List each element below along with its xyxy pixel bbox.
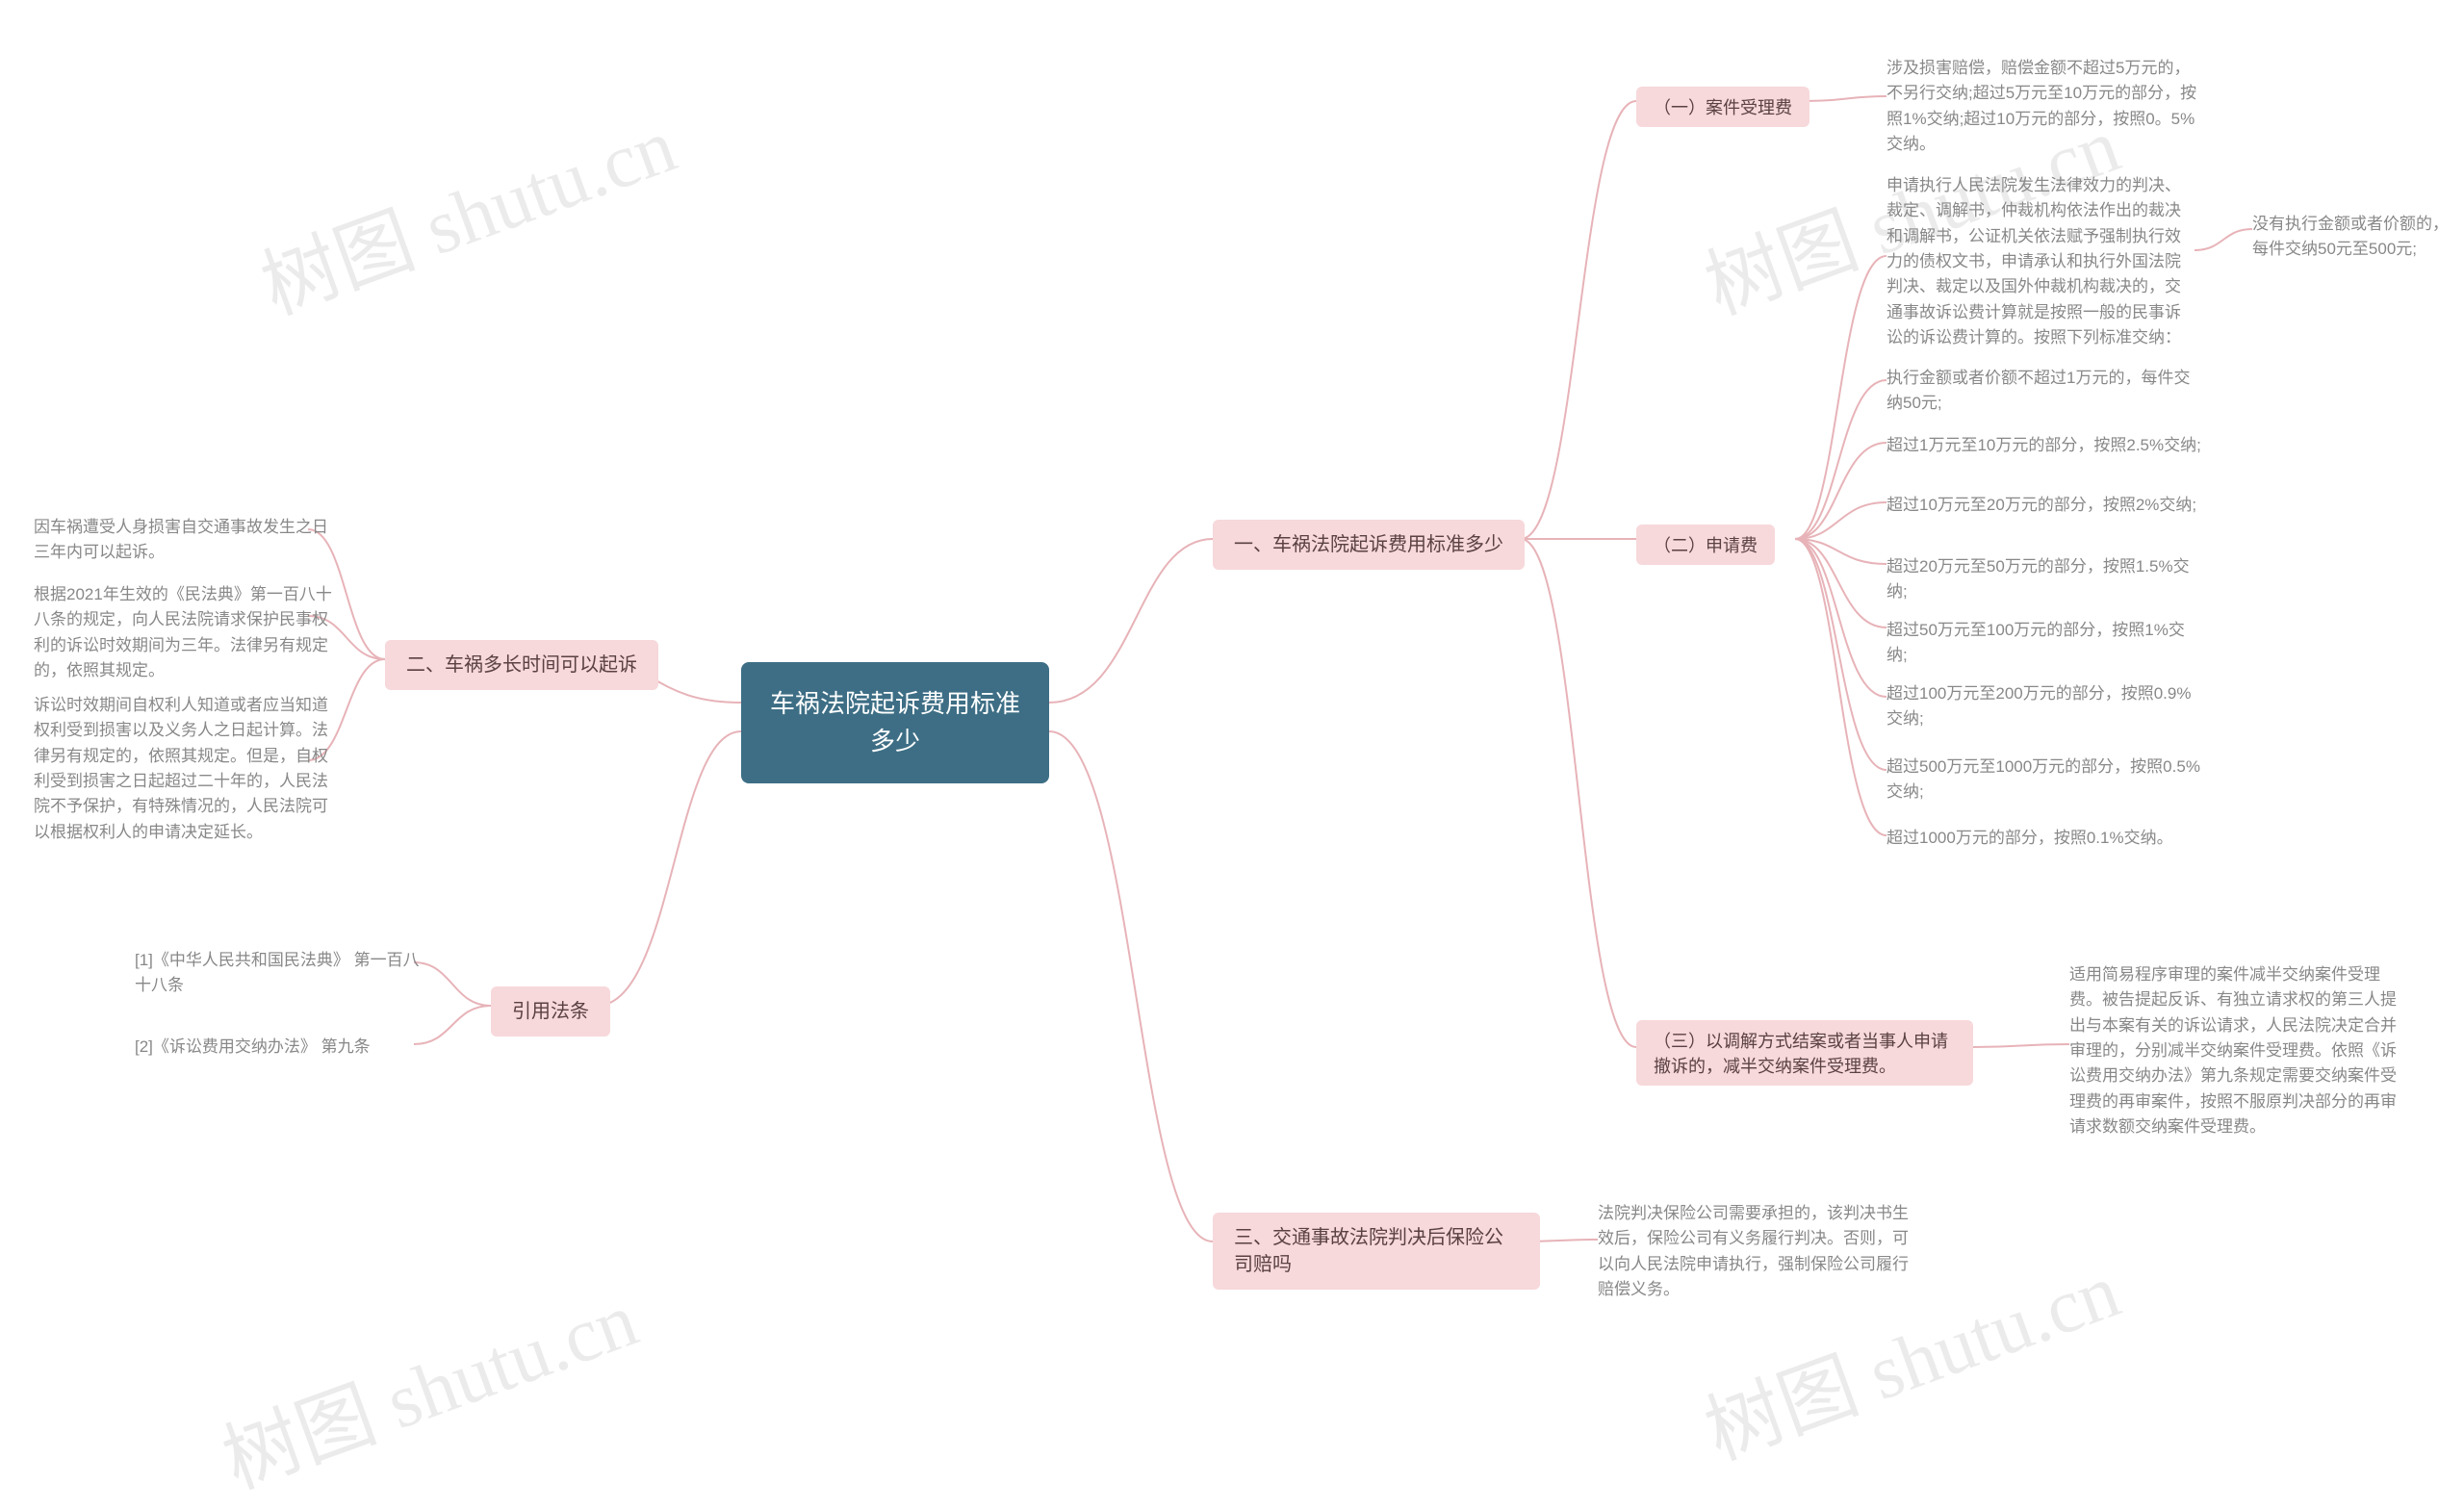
subsection-1b-item: 执行金额或者价额不超过1万元的，每件交纳50元; [1886,366,2204,417]
section-1[interactable]: 一、车祸法院起诉费用标准多少 [1213,520,1525,570]
subsection-1c-text: 适用简易程序审理的案件减半交纳案件受理费。被告提起反诉、有独立请求权的第三人提出… [2069,962,2397,1139]
center-topic[interactable]: 车祸法院起诉费用标准多少 [741,662,1049,783]
subsection-1b-item: 超过50万元至100万元的部分，按照1%交纳; [1886,618,2204,669]
subsection-1a-text: 涉及损害赔偿，赔偿金额不超过5万元的，不另行交纳;超过5万元至10万元的部分，按… [1886,56,2204,157]
subsection-1b-item: 超过1000万元的部分，按照0.1%交纳。 [1886,826,2173,851]
law-section[interactable]: 引用法条 [491,986,610,1037]
section-3[interactable]: 三、交通事故法院判决后保险公司赔吗 [1213,1213,1540,1290]
section-3-text: 法院判决保险公司需要承担的，该判决书生效后，保险公司有义务履行判决。否则，可以向… [1598,1201,1915,1302]
watermark: 树图 shutu.cn [244,84,688,337]
section-2-item: 因车祸遭受人身损害自交通事故发生之日三年内可以起诉。 [34,515,332,566]
subsection-1b-item: 超过100万元至200万元的部分，按照0.9%交纳; [1886,681,2204,732]
subsection-1b-item: 超过20万元至50万元的部分，按照1.5%交纳; [1886,554,2204,605]
subsection-1b[interactable]: （二）申请费 [1636,525,1775,565]
subsection-1b-intro-right: 没有执行金额或者价额的，每件交纳50元至500元; [2252,212,2454,263]
section-2-item: 诉讼时效期间自权利人知道或者应当知道权利受到损害以及义务人之日起计算。法律另有规… [34,693,332,845]
section-2[interactable]: 二、车祸多长时间可以起诉 [385,640,658,690]
subsection-1b-item: 超过500万元至1000万元的部分，按照0.5%交纳; [1886,755,2204,806]
section-2-item: 根据2021年生效的《民法典》第一百八十八条的规定，向人民法院请求保护民事权利的… [34,582,332,683]
subsection-1c[interactable]: （三）以调解方式结案或者当事人申请撤诉的，减半交纳案件受理费。 [1636,1020,1973,1086]
subsection-1b-intro: 申请执行人民法院发生法律效力的判决、裁定、调解书，仲裁机构依法作出的裁决和调解书… [1886,173,2194,350]
law-item: [1]《中华人民共和国民法典》 第一百八十八条 [135,948,433,999]
subsection-1a[interactable]: （一）案件受理费 [1636,87,1810,127]
subsection-1b-item: 超过10万元至20万元的部分，按照2%交纳; [1886,493,2196,518]
law-item: [2]《诉讼费用交纳办法》 第九条 [135,1035,371,1060]
subsection-1b-item: 超过1万元至10万元的部分，按照2.5%交纳; [1886,433,2201,458]
watermark: 树图 shutu.cn [206,1258,650,1510]
